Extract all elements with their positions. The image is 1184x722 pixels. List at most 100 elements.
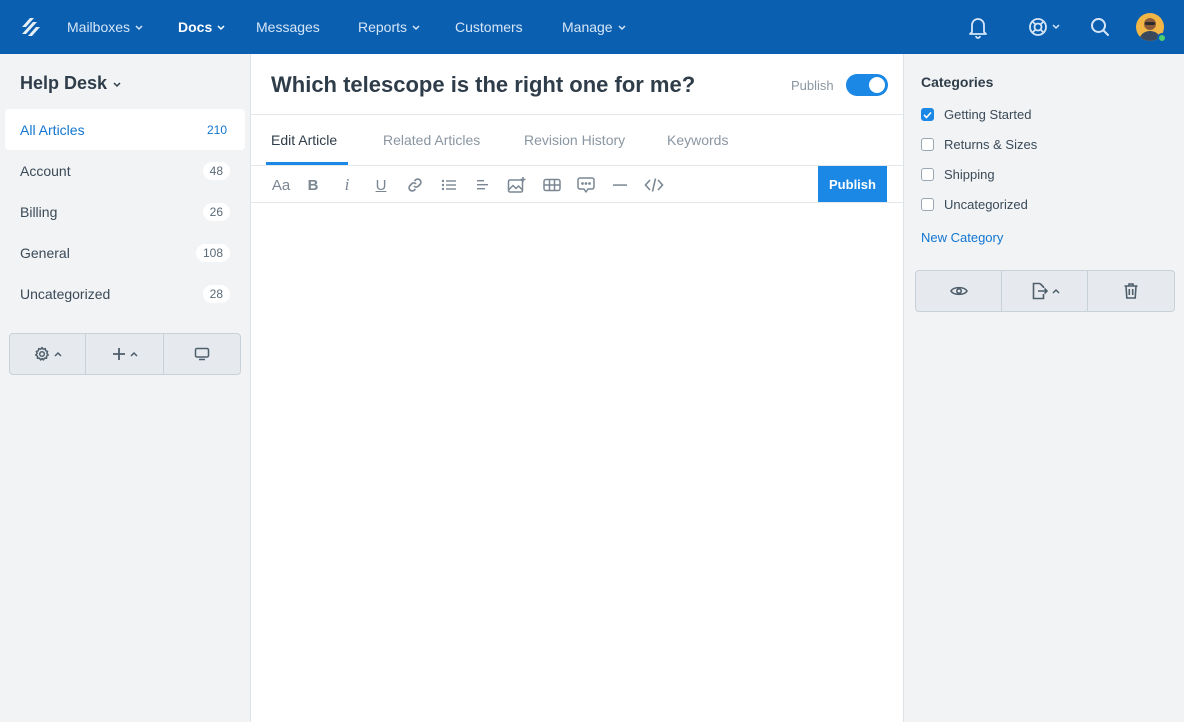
category-label: Uncategorized xyxy=(944,197,1028,212)
tab-related-articles[interactable]: Related Articles xyxy=(383,115,480,165)
preview-eye-icon xyxy=(949,286,968,296)
categories-heading: Categories xyxy=(921,74,994,90)
category-checkbox-uncategorized[interactable]: Uncategorized xyxy=(921,197,1028,212)
article-count-badge: 108 xyxy=(195,243,230,262)
sidebar-item-general[interactable]: General 108 xyxy=(5,232,245,273)
nav-messages[interactable]: Messages xyxy=(256,0,320,54)
article-editor: Which telescope is the right one for me?… xyxy=(250,54,904,722)
horizontal-rule-icon xyxy=(613,184,627,186)
nav-docs-label: Docs xyxy=(178,19,213,35)
nav-reports-label: Reports xyxy=(358,19,408,35)
add-button[interactable] xyxy=(86,334,164,374)
delete-article-button[interactable] xyxy=(1088,271,1174,311)
divider xyxy=(251,165,903,166)
export-icon xyxy=(1032,282,1048,300)
docs-sidebar: Help Desk All Articles 210 Account 48 Bi… xyxy=(0,54,250,722)
article-count-badge: 26 xyxy=(202,202,230,221)
sidebar-item-all-articles[interactable]: All Articles 210 xyxy=(5,109,245,150)
bulleted-list-icon xyxy=(441,179,456,191)
search-icon[interactable] xyxy=(1089,15,1111,39)
chevron-down-icon xyxy=(618,25,626,31)
sidebar-item-label: General xyxy=(20,244,70,261)
article-count-badge: 210 xyxy=(206,122,227,137)
italic-button[interactable]: i xyxy=(336,174,358,196)
bulleted-list-button[interactable] xyxy=(438,174,460,196)
checkbox[interactable] xyxy=(921,138,934,151)
top-navigation-bar: Mailboxes Docs Messages Reports Customer… xyxy=(0,0,1184,54)
preview-monitor-icon xyxy=(194,347,210,361)
nav-customers[interactable]: Customers xyxy=(455,0,523,54)
export-article-button[interactable] xyxy=(1002,271,1088,311)
checkbox[interactable] xyxy=(921,198,934,211)
category-checkbox-returns-sizes[interactable]: Returns & Sizes xyxy=(921,137,1037,152)
nav-manage-label: Manage xyxy=(562,19,613,35)
insert-image-icon xyxy=(507,177,526,193)
link-icon xyxy=(408,178,422,192)
sidebar-item-uncategorized[interactable]: Uncategorized 28 xyxy=(5,273,245,314)
delete-trash-icon xyxy=(1124,283,1138,299)
helpscout-logo-icon[interactable] xyxy=(19,15,43,39)
html-code-button[interactable] xyxy=(643,174,665,196)
online-status-dot xyxy=(1157,33,1167,43)
chevron-down-icon xyxy=(135,25,143,31)
sidebar-item-label: Billing xyxy=(20,203,58,220)
sidebar-action-group xyxy=(9,333,241,375)
bold-icon: B xyxy=(307,176,319,194)
article-count-badge: 28 xyxy=(202,284,230,303)
tab-revision-history[interactable]: Revision History xyxy=(524,115,625,165)
chevron-up-icon xyxy=(1051,288,1060,294)
table-icon xyxy=(543,178,561,192)
tab-label: Related Articles xyxy=(383,132,481,148)
category-label: Returns & Sizes xyxy=(944,137,1038,152)
sidebar-item-billing[interactable]: Billing 26 xyxy=(5,191,245,232)
publish-toggle-label: Publish xyxy=(791,78,834,93)
publish-button[interactable]: Publish xyxy=(818,166,887,202)
sidebar-item-label: All Articles xyxy=(20,121,85,138)
preview-site-button[interactable] xyxy=(164,334,240,374)
nav-docs[interactable]: Docs xyxy=(178,0,225,54)
insert-image-button[interactable] xyxy=(506,174,528,196)
underline-button[interactable]: U xyxy=(370,174,392,196)
tab-label: Revision History xyxy=(524,132,626,148)
publish-toggle[interactable] xyxy=(846,74,888,96)
add-plus-icon xyxy=(112,348,125,360)
underline-icon: U xyxy=(375,176,387,194)
notifications-bell-icon[interactable] xyxy=(967,15,989,39)
site-title: Help Desk xyxy=(20,73,108,93)
category-label: Getting Started xyxy=(944,107,1032,122)
link-button[interactable] xyxy=(404,174,426,196)
code-icon xyxy=(644,178,664,192)
category-checkbox-getting-started[interactable]: Getting Started xyxy=(921,107,1031,122)
category-label: Shipping xyxy=(944,167,995,182)
article-body-editor[interactable] xyxy=(251,203,903,722)
nav-mailboxes[interactable]: Mailboxes xyxy=(67,0,143,54)
sidebar-item-account[interactable]: Account 48 xyxy=(5,150,245,191)
article-count-badge: 48 xyxy=(202,161,230,180)
tab-edit-article[interactable]: Edit Article xyxy=(271,115,337,165)
article-title[interactable]: Which telescope is the right one for me? xyxy=(271,72,695,98)
tab-label: Edit Article xyxy=(271,132,338,148)
nav-manage[interactable]: Manage xyxy=(562,0,626,54)
checkbox-checked[interactable] xyxy=(921,108,934,121)
site-switcher[interactable]: Help Desk xyxy=(20,73,121,94)
preview-article-button[interactable] xyxy=(916,271,1002,311)
insert-callout-button[interactable] xyxy=(575,174,597,196)
align-button[interactable] xyxy=(472,174,494,196)
italic-icon: i xyxy=(344,175,350,194)
nav-reports[interactable]: Reports xyxy=(358,0,420,54)
tab-label: Keywords xyxy=(667,132,729,148)
help-lifebuoy-icon[interactable] xyxy=(1027,15,1060,39)
horizontal-rule-button[interactable] xyxy=(609,174,631,196)
checkmark-icon xyxy=(923,111,932,119)
settings-button[interactable] xyxy=(10,334,86,374)
categories-panel: Categories Getting Started Returns & Siz… xyxy=(904,54,1184,722)
bold-button[interactable]: B xyxy=(302,174,324,196)
checkbox[interactable] xyxy=(921,168,934,181)
article-action-group xyxy=(915,270,1175,312)
tab-keywords[interactable]: Keywords xyxy=(667,115,728,165)
insert-table-button[interactable] xyxy=(541,174,563,196)
font-style-button[interactable]: Aa xyxy=(269,174,293,196)
new-category-link[interactable]: New Category xyxy=(921,230,1003,245)
category-checkbox-shipping[interactable]: Shipping xyxy=(921,167,995,182)
sidebar-item-label: Account xyxy=(20,162,71,179)
